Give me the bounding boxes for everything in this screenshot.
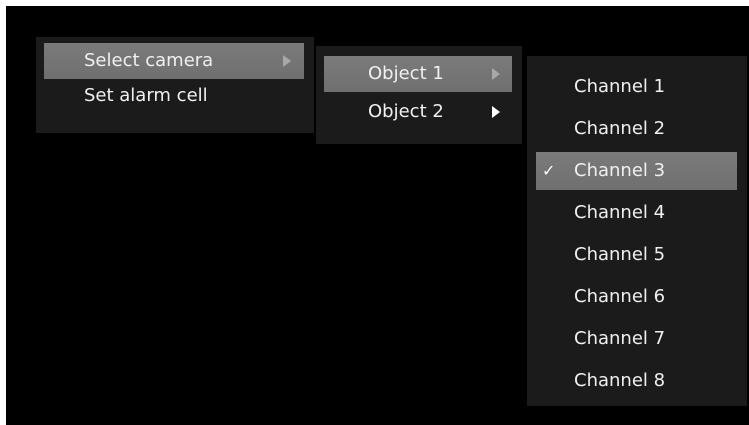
menu-item-label: Object 1 bbox=[368, 63, 444, 84]
menu-item-label: Object 2 bbox=[368, 101, 444, 122]
menu-item-label: Channel 4 bbox=[574, 202, 666, 223]
menu-item-label: Select camera bbox=[84, 50, 214, 71]
context-menu-main: Select camera Set alarm cell bbox=[36, 37, 314, 133]
submenu-channels: Channel 1 Channel 2 ✓ Channel 3 Channel … bbox=[527, 56, 747, 406]
submenu-objects: Object 1 Object 2 bbox=[316, 46, 522, 144]
menu-item-label: Channel 1 bbox=[574, 76, 666, 97]
menu-item-channel-3[interactable]: ✓ Channel 3 bbox=[536, 152, 737, 190]
menu-item-label: Channel 2 bbox=[574, 118, 666, 139]
menu-item-channel-7[interactable]: Channel 7 bbox=[536, 320, 737, 358]
menu-item-label: Channel 6 bbox=[574, 286, 666, 307]
menu-item-label: Channel 8 bbox=[574, 370, 666, 391]
menu-item-label: Channel 3 bbox=[574, 160, 666, 181]
menu-item-set-alarm-cell[interactable]: Set alarm cell bbox=[44, 78, 304, 114]
submenu-arrow-icon bbox=[492, 106, 500, 118]
menu-item-label: Channel 7 bbox=[574, 328, 666, 349]
menu-item-channel-5[interactable]: Channel 5 bbox=[536, 236, 737, 274]
menu-item-channel-8[interactable]: Channel 8 bbox=[536, 362, 737, 400]
menu-item-channel-4[interactable]: Channel 4 bbox=[536, 194, 737, 232]
menu-item-object-2[interactable]: Object 2 bbox=[324, 94, 512, 130]
video-surface: Select camera Set alarm cell Object 1 Ob… bbox=[6, 6, 749, 425]
menu-item-channel-2[interactable]: Channel 2 bbox=[536, 110, 737, 148]
menu-item-object-1[interactable]: Object 1 bbox=[324, 56, 512, 92]
submenu-arrow-icon bbox=[283, 55, 291, 67]
menu-item-label: Channel 5 bbox=[574, 244, 666, 265]
menu-item-channel-1[interactable]: Channel 1 bbox=[536, 68, 737, 106]
menu-item-label: Set alarm cell bbox=[84, 85, 208, 106]
checkmark-icon: ✓ bbox=[542, 161, 556, 180]
menu-item-channel-6[interactable]: Channel 6 bbox=[536, 278, 737, 316]
submenu-arrow-icon bbox=[492, 68, 500, 80]
menu-item-select-camera[interactable]: Select camera bbox=[44, 43, 304, 79]
